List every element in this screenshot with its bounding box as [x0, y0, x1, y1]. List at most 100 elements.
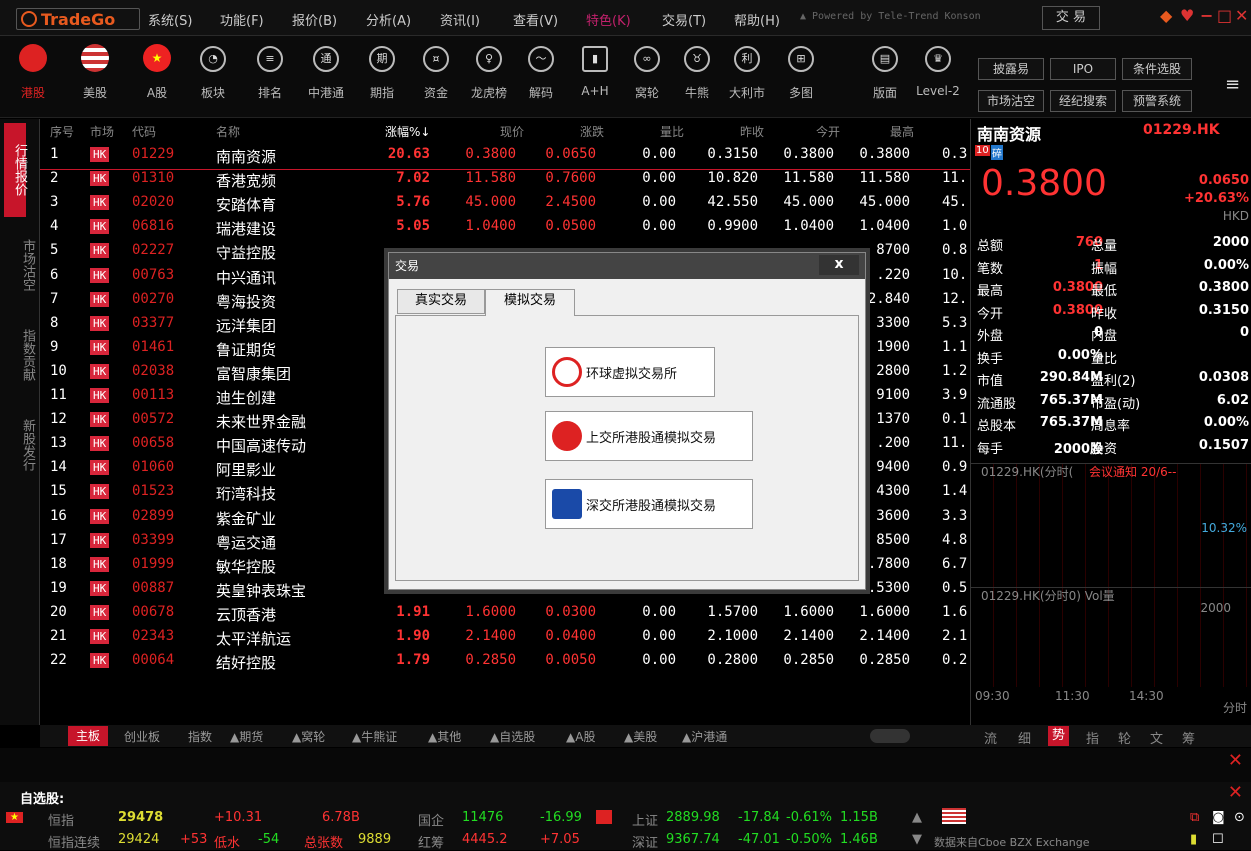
toolbar-money[interactable]: ¤ 资金	[411, 44, 461, 114]
tab-us-stocks[interactable]: ▲美股	[624, 728, 657, 745]
col-high[interactable]: 最高	[890, 123, 914, 140]
menu-system[interactable]: 系统(S)	[148, 10, 192, 29]
tab-warrants[interactable]: ▲窝轮	[292, 728, 325, 745]
toolbar-hk[interactable]: 港股	[8, 44, 58, 114]
minimize-icon[interactable]: −	[1200, 6, 1213, 25]
maximize-icon[interactable]: □	[1217, 6, 1232, 25]
dialog-close-button[interactable]: x	[819, 255, 859, 275]
table-row[interactable]: 2 HK 01310 香港宽频 7.02 11.580 0.7600 0.00 10.820 11…	[40, 167, 970, 191]
tab-indicator[interactable]: 指	[1086, 728, 1099, 747]
tab-chips[interactable]: 筹	[1182, 728, 1195, 747]
tab-main-board[interactable]: 主板	[68, 726, 109, 746]
close-watchlist-icon[interactable]: ✕	[1228, 782, 1243, 803]
stock-screener-button[interactable]: 条件选股	[1122, 58, 1192, 80]
toolbar-sector[interactable]: ◔ 板块	[188, 44, 238, 114]
market-badge: HK	[90, 629, 110, 644]
tab-index-contribution[interactable]: 指数贡献	[6, 329, 35, 381]
up-arrow-icon[interactable]: ▲	[912, 810, 922, 825]
toolbar-warrant[interactable]: ∞ 窝轮	[622, 44, 672, 114]
close-panel-icon[interactable]: ✕	[1228, 750, 1243, 771]
toolbar-us[interactable]: 美股	[70, 44, 120, 114]
chart-notice[interactable]: 会议通知 20/6--	[1089, 463, 1176, 480]
toolbar-bullbear[interactable]: ♉ 牛熊	[672, 44, 722, 114]
tab-real-trade[interactable]: 真实交易	[397, 289, 485, 314]
tab-other[interactable]: ▲其他	[428, 728, 461, 745]
col-price[interactable]: 现价	[500, 123, 524, 140]
chat-icon[interactable]: ☐	[1212, 832, 1224, 847]
table-row[interactable]: 20 HK 00678 云顶香港 1.91 1.6000 0.0300 0.00 1.5700 1…	[40, 601, 970, 625]
disclosure-button[interactable]: 披露易	[978, 58, 1044, 80]
table-row[interactable]: 21 HK 02343 太平洋航运 1.90 2.1400 0.0400 0.00 2.1000…	[40, 625, 970, 649]
horizontal-scrollbar[interactable]	[870, 729, 910, 743]
tab-watchlist[interactable]: ▲自选股	[490, 728, 535, 745]
col-seq[interactable]: 序号	[50, 123, 74, 140]
menu-news[interactable]: 资讯(I)	[440, 10, 480, 29]
trade-button[interactable]: 交 易	[1042, 6, 1100, 30]
tab-trend[interactable]: 势	[1048, 726, 1070, 746]
col-market[interactable]: 市场	[90, 123, 114, 140]
flag-icon[interactable]: ♥	[1180, 6, 1194, 25]
market-badge: HK	[90, 532, 110, 548]
toolbar-a[interactable]: ★ A股	[132, 44, 182, 114]
tab-a-shares[interactable]: ▲A股	[566, 728, 595, 745]
col-open[interactable]: 今开	[816, 123, 840, 140]
menu-trade[interactable]: 交易(T)	[662, 10, 706, 29]
col-pct[interactable]: 涨幅%↓	[385, 123, 430, 140]
row-seq: 7	[50, 290, 59, 307]
toolbar-dragon[interactable]: ♀ 龙虎榜	[464, 44, 514, 114]
col-change[interactable]: 涨跌	[580, 123, 604, 140]
col-code[interactable]: 代码	[132, 123, 156, 140]
toolbar-level2[interactable]: ♛ Level-2	[913, 44, 963, 114]
col-vol-ratio[interactable]: 量比	[660, 123, 684, 140]
menu-special[interactable]: 特色(K)	[586, 10, 631, 29]
table-row[interactable]: 3 HK 02020 安踏体育 5.76 45.000 2.4500 0.00 42.550 45…	[40, 191, 970, 215]
alert-system-button[interactable]: 预警系统	[1122, 90, 1192, 112]
tab-gem[interactable]: 创业板	[124, 728, 160, 745]
table-row[interactable]: 4 HK 06816 瑞港建设 5.05 1.0400 0.0500 0.00 0.9900 1.…	[40, 215, 970, 239]
col-name[interactable]: 名称	[216, 123, 240, 140]
tab-flow[interactable]: 流	[984, 728, 997, 747]
tab-cbbc[interactable]: ▲牛熊证	[352, 728, 397, 745]
toolbar-rank[interactable]: ≡ 排名	[245, 44, 295, 114]
tab-warrant-panel[interactable]: 轮	[1118, 728, 1131, 747]
tab-futures[interactable]: ▲期货	[230, 728, 263, 745]
sse-connect-sim-button[interactable]: 上交所港股通模拟交易	[545, 411, 753, 461]
settings-icon[interactable]: ⊙	[1234, 810, 1245, 825]
tab-quotes[interactable]: 行情报价	[4, 123, 27, 217]
down-arrow-icon[interactable]: ▼	[912, 832, 922, 847]
toolbar-ah[interactable]: ▮ A+H	[570, 44, 620, 114]
table-row[interactable]: 22 HK 00064 结好控股 1.79 0.2850 0.0050 0.00 0.2800 0…	[40, 649, 970, 673]
szse-connect-sim-button[interactable]: 深交所港股通模拟交易	[545, 479, 753, 529]
short-selling-button[interactable]: 市场沽空	[978, 90, 1044, 112]
tab-index[interactable]: 指数	[188, 728, 212, 745]
toolbar-profit[interactable]: 利大利市	[722, 44, 772, 114]
tab-new-listings[interactable]: 新股发行	[6, 419, 35, 471]
close-icon[interactable]: ✕	[1235, 6, 1248, 25]
global-virtual-exchange-button[interactable]: 环球虚拟交易所	[545, 347, 715, 397]
tab-sim-trade[interactable]: 模拟交易	[485, 289, 575, 316]
ipo-button[interactable]: IPO	[1050, 58, 1116, 80]
toolbar-layout[interactable]: ▤ 版面	[860, 44, 910, 114]
menu-help[interactable]: 帮助(H)	[734, 10, 780, 29]
menu-quote[interactable]: 报价(B)	[292, 10, 337, 29]
tab-sh-hk-connect[interactable]: ▲沪港通	[682, 728, 727, 745]
chart-mode[interactable]: 分时	[1223, 699, 1247, 716]
toolbar-connect[interactable]: 通中港通	[301, 44, 351, 114]
toolbar-multi[interactable]: ⊞ 多图	[776, 44, 826, 114]
menu-view[interactable]: 查看(V)	[513, 10, 558, 29]
tab-text[interactable]: 文	[1150, 728, 1163, 747]
more-menu-icon[interactable]: ≡	[1225, 74, 1240, 95]
tab-detail[interactable]: 细	[1018, 728, 1031, 747]
camera-icon[interactable]: ◙	[1212, 810, 1225, 825]
col-prev-close[interactable]: 昨收	[740, 123, 764, 140]
menu-analysis[interactable]: 分析(A)	[366, 10, 411, 29]
empty-strip: ✕	[0, 748, 1251, 782]
table-row[interactable]: 1 HK 01229 南南资源 20.63 0.3800 0.0650 0.00 0.3150 0…	[40, 143, 970, 167]
toolbar-futures[interactable]: 期期指	[357, 44, 407, 114]
cell-extra: 0.9	[942, 459, 968, 476]
window-icon[interactable]: ⧉	[1190, 810, 1199, 825]
tab-short-selling[interactable]: 市场沽空	[6, 239, 35, 291]
toolbar-decode[interactable]: 〜解码	[516, 44, 566, 114]
menu-function[interactable]: 功能(F)	[220, 10, 264, 29]
broker-search-button[interactable]: 经纪搜索	[1050, 90, 1116, 112]
